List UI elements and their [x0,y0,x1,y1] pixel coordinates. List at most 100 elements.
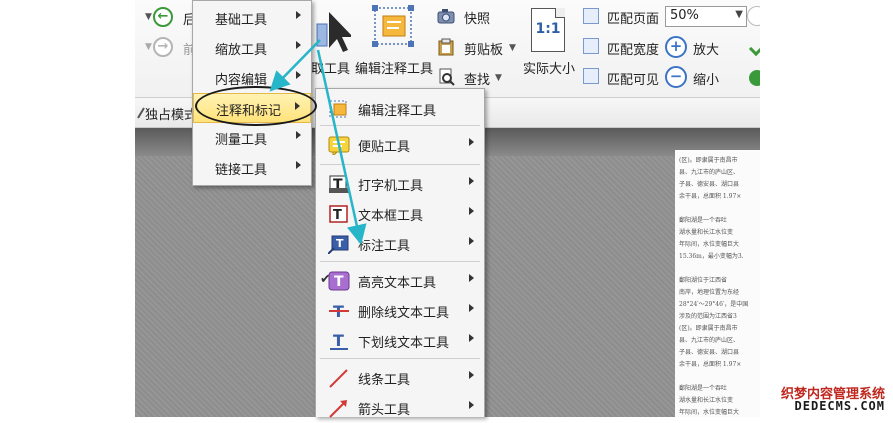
svg-text:T: T [333,331,344,350]
snapshot-label[interactable]: 快照 [464,8,490,27]
dropdown-icon[interactable]: ▼ [495,73,502,83]
down-arrow-icon[interactable] [748,41,760,57]
submenu-item-7[interactable]: T 删除线文本工具 [316,296,484,326]
submenu-item-9[interactable]: 线条工具 [316,363,484,393]
menu-separator [320,261,480,262]
pencil-edit-icon [329,100,347,118]
submenu-arrow-icon [296,41,301,49]
submenu-item-label: 删除线文本工具 [358,306,450,321]
edit-annotation-icon[interactable] [371,4,415,54]
fit-visible-label[interactable]: 匹配可见 [607,69,659,88]
submenu-item-label: 下划线文本工具 [358,336,450,351]
document-text-line: 湖水量和长江水位变 [679,229,734,236]
zoom-in-label[interactable]: 放大 [693,39,719,58]
document-text-line: 县、九江市的庐山区、 [679,337,740,344]
clipboard-icon[interactable] [437,38,455,56]
menu-separator [320,164,480,165]
fit-width-label[interactable]: 匹配宽度 [607,39,659,58]
submenu-item-label: 便贴工具 [358,140,411,155]
dropdown-icon[interactable]: ▼ [145,12,152,22]
highlight-text-icon: T [328,271,350,291]
zoom-level-combobox[interactable]: 50% ▼ [665,6,747,27]
forward-arrow-icon[interactable]: → [153,37,173,57]
document-text-line: (区)。即隶属于南昌市 [679,325,738,332]
submenu-arrow-icon [469,138,474,146]
highlight-circle-annotation [195,86,317,126]
zoom-level-value: 50% [670,8,699,23]
actual-size-icon-text: 1:1 [535,21,561,37]
document-text-line: (区)。即隶属于南昌市 [679,157,738,164]
submenu-item-3[interactable]: T 打字机工具 [316,169,484,199]
submenu-item-label: 标注工具 [358,239,411,254]
submenu-item-5[interactable]: T 标注工具 [316,229,484,259]
textbox-icon: T [329,205,348,223]
submenu-arrow-icon [469,401,474,409]
actual-size-label[interactable]: 实际大小 [523,58,575,77]
watermark-url: DEDECMS.COM [794,399,885,413]
submenu-item-8[interactable]: T 下划线文本工具 [316,326,484,356]
find-icon[interactable] [437,68,455,86]
zoom-out-icon[interactable]: − [665,66,687,88]
find-label[interactable]: 查找 [464,69,490,88]
menu-item-1[interactable]: 基础工具 [193,3,311,33]
dropdown-icon[interactable]: ▼ [509,43,516,53]
cursor-icon[interactable] [315,8,351,54]
watermark: 织梦内容管理系统 DEDECMS.COM [760,383,885,413]
submenu-item-label: 箭头工具 [358,403,411,418]
chevron-down-icon[interactable]: ▼ [735,9,743,20]
document-text-line: 子县、德安县、湖口县 [679,181,740,188]
menu-item-6[interactable]: 链接工具 [193,153,311,183]
select-tool-label[interactable]: 取工具 [311,58,350,77]
submenu-arrow-icon [296,71,301,79]
rotate-icon[interactable] [747,6,760,26]
sticky-note-icon [328,136,350,155]
edit-annotation-label[interactable]: 编辑注释工具 [355,58,433,77]
arrow-icon [329,400,347,418]
dropdown-icon[interactable]: ▼ [145,42,152,52]
menu-item-2[interactable]: 缩放工具 [193,33,311,63]
document-text-line: 南岸，地理位置为东经 [679,289,740,296]
submenu-arrow-icon [469,304,474,312]
document-text-line: 鄱阳湖是一个吞吐 [679,385,728,392]
submenu-item-label: 打字机工具 [358,179,424,194]
document-text: (区)。即隶属于南昌市 县、九江市的庐山区、 子县、德安县、湖口县 余干县，总面积 1… [679,156,760,417]
submenu-item-1[interactable]: 编辑注释工具 [316,94,484,124]
submenu-arrow-icon [469,371,474,379]
actual-size-icon[interactable]: 1:1 [531,8,565,52]
drag-handle-icon[interactable] [137,106,145,120]
zoom-out-label[interactable]: 缩小 [693,69,719,88]
svg-text:T: T [334,274,344,290]
submenu-item-4[interactable]: T 文本框工具 [316,199,484,229]
strikeout-text-icon: T [329,302,349,321]
submenu-item-10[interactable]: 箭头工具 [316,393,484,423]
fit-page-label[interactable]: 匹配页面 [607,8,659,27]
submenu-item-2[interactable]: 便贴工具 [316,130,484,160]
document-text-line: 余干县，总面积 1.97× [679,361,742,368]
submenu-arrow-icon [296,131,301,139]
menu-item-label: 基础工具 [215,13,268,28]
zoom-in-icon[interactable]: + [665,36,687,58]
menu-item-label: 测量工具 [215,133,268,148]
submenu-item-6[interactable]: ✔ T 高亮文本工具 [316,266,484,296]
exclusive-mode-label[interactable]: 独占模式 [145,104,197,123]
document-text-line: 余干县，总面积 1.97× [679,193,742,200]
menu-item-5[interactable]: 测量工具 [193,123,311,153]
back-arrow-icon[interactable]: ← [153,7,173,27]
document-text-line: 15.36m，最小变幅为3. [679,253,744,260]
svg-text:T: T [336,237,344,250]
submenu-item-label: 高亮文本工具 [358,276,437,291]
line-icon [329,369,348,388]
submenu-arrow-icon [469,207,474,215]
submenu-arrow-icon [469,177,474,185]
fit-page-icon[interactable] [583,8,599,24]
fit-visible-icon[interactable] [583,68,599,84]
menu-separator [320,358,480,359]
clipboard-label[interactable]: 剪贴板 [464,39,503,58]
typewriter-icon: T [329,175,349,193]
fit-width-icon[interactable] [583,38,599,54]
callout-icon: T [328,235,349,254]
document-text-line: 年际间，水位变幅巨大 [679,409,740,416]
submenu-item-label: 文本框工具 [358,209,424,224]
status-icon[interactable] [749,70,760,86]
camera-icon[interactable] [437,8,455,24]
